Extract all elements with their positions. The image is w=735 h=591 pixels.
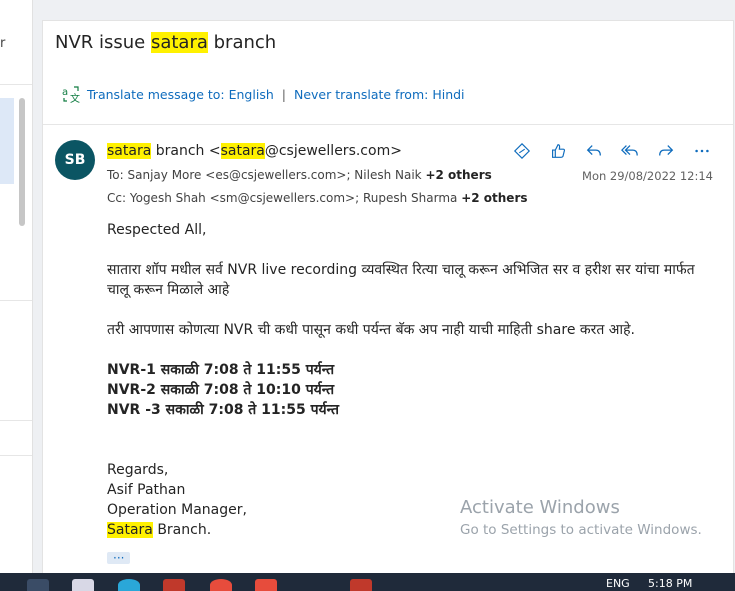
never-translate-link[interactable]: Never translate from: Hindi — [294, 87, 465, 102]
translate-bar: a 文 Translate message to: English | Neve… — [61, 84, 465, 105]
sender-line[interactable]: satara branch <satara@csjewellers.com> — [107, 143, 402, 159]
subject-header: NVR issue satara branch — [42, 20, 734, 65]
input-language[interactable]: ENG — [606, 577, 630, 590]
translate-icon: a 文 — [61, 84, 81, 105]
list-divider — [0, 300, 32, 301]
chrome-icon[interactable] — [210, 579, 232, 591]
list-divider — [0, 420, 32, 421]
to-more-others[interactable]: +2 others — [425, 168, 491, 182]
translate-separator: | — [281, 86, 286, 102]
task-view-icon[interactable] — [27, 579, 49, 591]
search-highlight: satara — [220, 143, 265, 159]
list-text-fragment: r — [0, 36, 6, 51]
taskbar: ENG 5:18 PM — [0, 573, 735, 591]
more-icon[interactable] — [689, 140, 714, 162]
to-recipients[interactable]: To: Sanjay More <es@csjewellers.com>; Ni… — [107, 168, 492, 182]
cc-recipients[interactable]: Cc: Yogesh Shah <sm@csjewellers.com>; Ru… — [107, 191, 528, 205]
body-paragraph-2: तरी आपणास कोणत्या NVR ची कधी पासून कधी प… — [107, 322, 635, 338]
search-highlight: satara — [150, 32, 208, 53]
app-icon[interactable] — [350, 579, 372, 591]
list-divider — [0, 84, 32, 85]
greeting: Respected All, — [107, 222, 207, 238]
svg-text:文: 文 — [70, 92, 80, 104]
selected-message-item[interactable] — [0, 98, 14, 184]
app-icon[interactable] — [163, 579, 185, 591]
nvr-line-3: NVR -3 सकाळी 7:08 ते 11:55 पर्यन्त — [107, 402, 339, 418]
nvr-line-1: NVR-1 सकाळी 7:08 ते 11:55 पर्यन्त — [107, 362, 335, 378]
message-list-pane: r — [0, 0, 33, 573]
forward-icon[interactable] — [653, 140, 678, 162]
header-divider — [43, 124, 733, 125]
link-icon[interactable] — [509, 140, 534, 162]
list-divider — [0, 455, 32, 456]
reply-icon[interactable] — [581, 140, 606, 162]
message-actions — [509, 140, 714, 162]
svg-text:a: a — [62, 87, 68, 98]
list-scrollbar[interactable] — [19, 98, 25, 226]
body-paragraph-1: सातारा शॉप मधील सर्व NVR live recording … — [107, 262, 695, 298]
translate-message-link[interactable]: Translate message to: English — [87, 87, 274, 102]
app-icon[interactable] — [72, 579, 94, 591]
sender-avatar[interactable]: SB — [55, 140, 95, 180]
edge-icon[interactable] — [118, 579, 140, 591]
show-more-button[interactable]: ··· — [107, 552, 131, 564]
nvr-line-2: NVR-2 सकाळी 7:08 ते 10:10 पर्यन्त — [107, 382, 335, 398]
clock[interactable]: 5:18 PM — [648, 577, 692, 590]
like-icon[interactable] — [545, 140, 570, 162]
reply-all-icon[interactable] — [617, 140, 642, 162]
activate-windows-watermark: Activate Windows Go to Settings to activ… — [460, 497, 702, 538]
sent-date: Mon 29/08/2022 12:14 — [582, 169, 713, 183]
search-highlight: satara — [107, 143, 152, 159]
email-subject: NVR issue satara branch — [55, 32, 277, 53]
search-highlight: Satara — [107, 522, 153, 538]
regards: Regards, — [107, 462, 169, 478]
app-icon[interactable] — [255, 579, 277, 591]
cc-more-others[interactable]: +2 others — [461, 191, 527, 205]
